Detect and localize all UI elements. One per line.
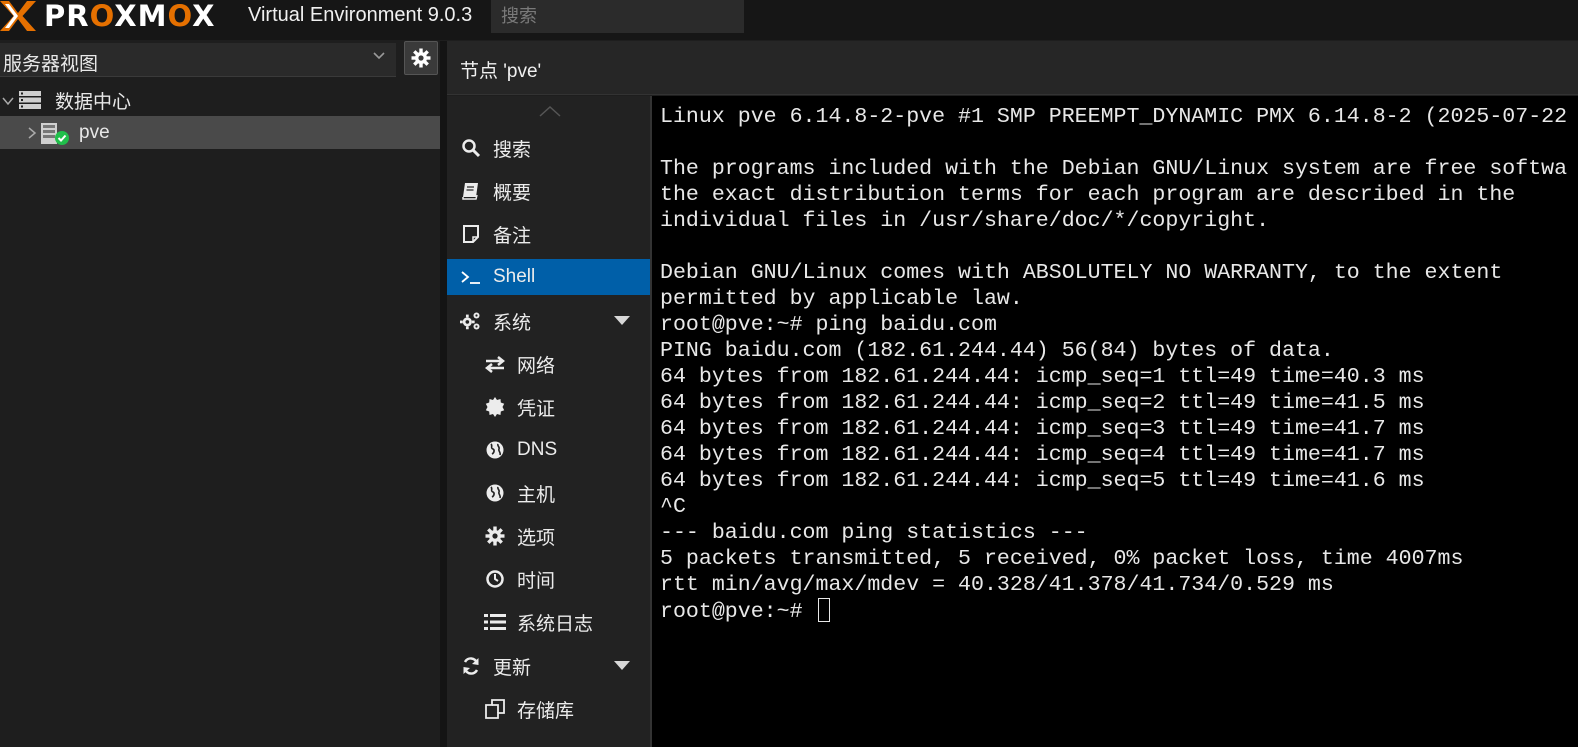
terminal-line: 64 bytes from 182.61.244.44: icmp_seq=5 … [660, 469, 1425, 493]
globe-icon [484, 482, 506, 504]
nav-item-hosts[interactable]: 主机 [447, 475, 650, 511]
clock-icon [484, 568, 506, 590]
globe-icon [484, 439, 506, 461]
terminal-cursor [817, 598, 830, 622]
book-icon [460, 180, 482, 202]
nav-item-certificates[interactable]: 凭证 [447, 389, 650, 425]
terminal-line: the exact distribution terms for each pr… [660, 183, 1516, 207]
list-icon [484, 611, 506, 633]
proxmox-wordmark: PROXMOX [44, 0, 216, 33]
nav-item-syslog[interactable]: 系统日志 [447, 604, 650, 640]
search-icon [460, 137, 482, 159]
nav-item-label: 凭证 [517, 398, 556, 420]
nav-item-label: 更新 [493, 657, 532, 679]
files-icon [484, 698, 506, 720]
exchange-icon [484, 353, 506, 375]
terminal-line: PING baidu.com (182.61.244.44) 56(84) by… [660, 339, 1334, 363]
terminal-prompt: root@pve:~# [660, 600, 816, 624]
nav-item-dns[interactable]: DNS [447, 432, 650, 468]
nav-item-shell[interactable]: Shell [447, 259, 650, 295]
nav-item-label: 时间 [517, 570, 556, 592]
terminal-line: 64 bytes from 182.61.244.44: icmp_seq=3 … [660, 417, 1425, 441]
nav-item-label: 选项 [517, 527, 556, 549]
node-nav-menu: 搜索 概要 备注 Shell 系统 网络 凭证 DNS 主机 选项 时间 系统日… [447, 96, 650, 747]
nav-item-notes[interactable]: 备注 [447, 216, 650, 252]
nav-item-network[interactable]: 网络 [447, 346, 650, 382]
page-title: 节点 'pve' [460, 61, 542, 82]
nav-item-options[interactable]: 选项 [447, 518, 650, 554]
terminal-line: Linux pve 6.14.8-2-pve #1 SMP PREEMPT_DY… [660, 105, 1568, 129]
caret-down-icon[interactable] [614, 661, 630, 670]
tree-item-datacenter[interactable]: 数据中心 [0, 84, 440, 117]
terminal-line: 5 packets transmitted, 5 received, 0% pa… [660, 547, 1464, 571]
nav-item-time[interactable]: 时间 [447, 561, 650, 597]
nav-item-label: DNS [517, 439, 558, 460]
proxmox-logo[interactable]: PROXMOX [0, 0, 216, 33]
nav-item-label: 主机 [517, 484, 556, 506]
nav-item-system[interactable]: 系统 [447, 303, 650, 339]
terminal-line: The programs included with the Debian GN… [660, 157, 1568, 181]
terminal-line: Debian GNU/Linux comes with ABSOLUTELY N… [660, 261, 1503, 285]
note-icon [460, 223, 482, 245]
proxmox-x-icon [0, 0, 42, 32]
nav-item-label: 存储库 [517, 700, 575, 722]
terminal-line: ^C [660, 495, 686, 519]
gear-icon [484, 525, 506, 547]
chevron-right-icon[interactable] [26, 127, 38, 139]
nav-item-repositories[interactable]: 存储库 [447, 691, 650, 727]
nav-item-updates[interactable]: 更新 [447, 648, 650, 684]
nav-item-label: 概要 [493, 182, 532, 204]
view-selector-value: 服务器视图 [3, 54, 99, 75]
tree-item-label: 数据中心 [55, 92, 132, 113]
caret-down-icon[interactable] [614, 316, 630, 325]
terminal-icon [460, 266, 482, 288]
tree-item-label: pve [79, 121, 110, 143]
terminal-line: 64 bytes from 182.61.244.44: icmp_seq=4 … [660, 443, 1425, 467]
gear-icon [411, 48, 431, 68]
chevron-down-icon[interactable] [2, 95, 14, 107]
global-search-input[interactable] [491, 0, 744, 33]
nav-item-label: Shell [493, 266, 536, 287]
view-selector[interactable]: 服务器视图 [0, 43, 396, 77]
resource-tree: 数据中心 pve [0, 84, 440, 747]
nav-item-summary[interactable]: 概要 [447, 173, 650, 209]
terminal-line: 64 bytes from 182.61.244.44: icmp_seq=2 … [660, 391, 1425, 415]
terminal-line: individual files in /usr/share/doc/*/cop… [660, 209, 1270, 233]
content-header: 节点 'pve' [447, 41, 1578, 95]
terminal-line: permitted by applicable law. [660, 287, 1023, 311]
terminal-line: --- baidu.com ping statistics --- [660, 521, 1088, 545]
terminal-line: 64 bytes from 182.61.244.44: icmp_seq=1 … [660, 365, 1425, 389]
terminal-line: rtt min/avg/max/mdev = 40.328/41.378/41.… [660, 573, 1334, 597]
certificate-icon [484, 396, 506, 418]
shell-terminal[interactable]: Linux pve 6.14.8-2-pve #1 SMP PREEMPT_DY… [652, 96, 1578, 747]
nav-item-label: 系统 [493, 312, 532, 334]
resource-tree-header: 服务器视图 [0, 41, 440, 81]
tree-item-pve[interactable]: pve [0, 116, 440, 149]
nav-item-label: 系统日志 [517, 613, 594, 635]
version-label: Virtual Environment 9.0.3 [248, 4, 473, 26]
terminal-prompt-line: root@pve:~# [660, 598, 830, 625]
datacenter-icon [19, 91, 41, 109]
nav-item-search[interactable]: 搜索 [447, 130, 650, 166]
chevron-up-icon[interactable] [539, 104, 561, 118]
nav-item-label: 网络 [517, 355, 556, 377]
cogs-icon [460, 310, 482, 332]
terminal-line: root@pve:~# ping baidu.com [660, 313, 997, 337]
tree-settings-button[interactable] [404, 41, 438, 75]
node-online-icon [41, 123, 69, 145]
nav-item-label: 备注 [493, 225, 532, 247]
chevron-down-icon [373, 52, 385, 60]
panel-splitter[interactable] [440, 41, 447, 747]
top-bar: PROXMOX Virtual Environment 9.0.3 [0, 0, 1578, 40]
nav-item-label: 搜索 [493, 139, 532, 161]
refresh-icon [460, 655, 482, 677]
